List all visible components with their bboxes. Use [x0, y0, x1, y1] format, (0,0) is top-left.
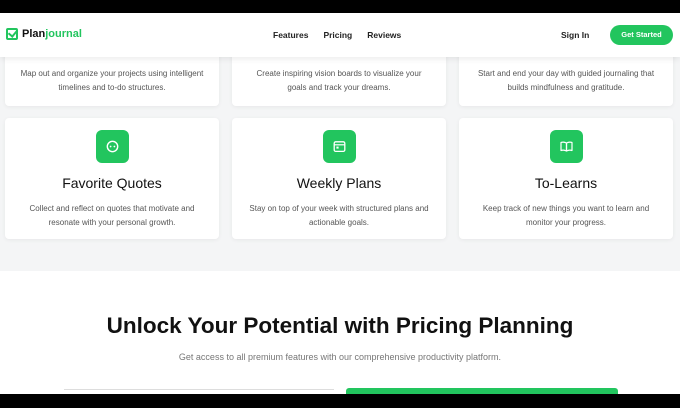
card-description: Keep track of new things you want to lea…	[482, 204, 650, 227]
pricing-title: Unlock Your Potential with Pricing Plann…	[106, 313, 574, 338]
card-title: To-Learns	[534, 175, 598, 191]
sign-in-link[interactable]: Sign In	[561, 30, 589, 40]
nav-link-pricing[interactable]: Pricing	[323, 30, 352, 40]
get-started-button[interactable]: Get Started	[610, 25, 673, 45]
check-square-icon	[6, 28, 18, 40]
feature-card-to-learns: To-Learns Keep track of new things you w…	[459, 118, 673, 239]
book-icon	[550, 130, 583, 163]
pricing-section: Unlock Your Potential with Pricing Plann…	[0, 271, 680, 394]
pricing-subtitle: Get access to all premium features with …	[178, 352, 502, 362]
card-description: Create inspiring vision boards to visual…	[256, 69, 422, 92]
logo-prefix: Plan	[22, 28, 46, 40]
feature-card-weekly-plans: Weekly Plans Stay on top of your week wi…	[232, 118, 446, 239]
nav-link-features[interactable]: Features	[273, 30, 308, 40]
navbar: Planjournal Features Pricing Reviews Sig…	[0, 13, 680, 57]
letterbox-top	[0, 0, 680, 13]
calendar-icon	[323, 130, 356, 163]
card-description: Collect and reflect on quotes that motiv…	[29, 204, 195, 227]
logo-accent: journal	[45, 28, 82, 40]
feature-card-favorite-quotes: Favorite Quotes Collect and reflect on q…	[5, 118, 219, 239]
logo[interactable]: Planjournal	[6, 28, 82, 40]
quote-icon	[96, 130, 129, 163]
card-description: Start and end your day with guided journ…	[477, 69, 655, 92]
page: Map out and organize your projects using…	[0, 13, 680, 394]
letterbox-bottom	[0, 394, 680, 408]
card-title: Favorite Quotes	[62, 175, 162, 191]
nav-links: Features Pricing Reviews	[273, 30, 401, 40]
card-description: Map out and organize your projects using…	[20, 69, 204, 92]
card-title: Weekly Plans	[296, 175, 382, 191]
card-description: Stay on top of your week with structured…	[249, 204, 429, 227]
logo-text: Planjournal	[22, 28, 82, 40]
nav-link-reviews[interactable]: Reviews	[367, 30, 401, 40]
